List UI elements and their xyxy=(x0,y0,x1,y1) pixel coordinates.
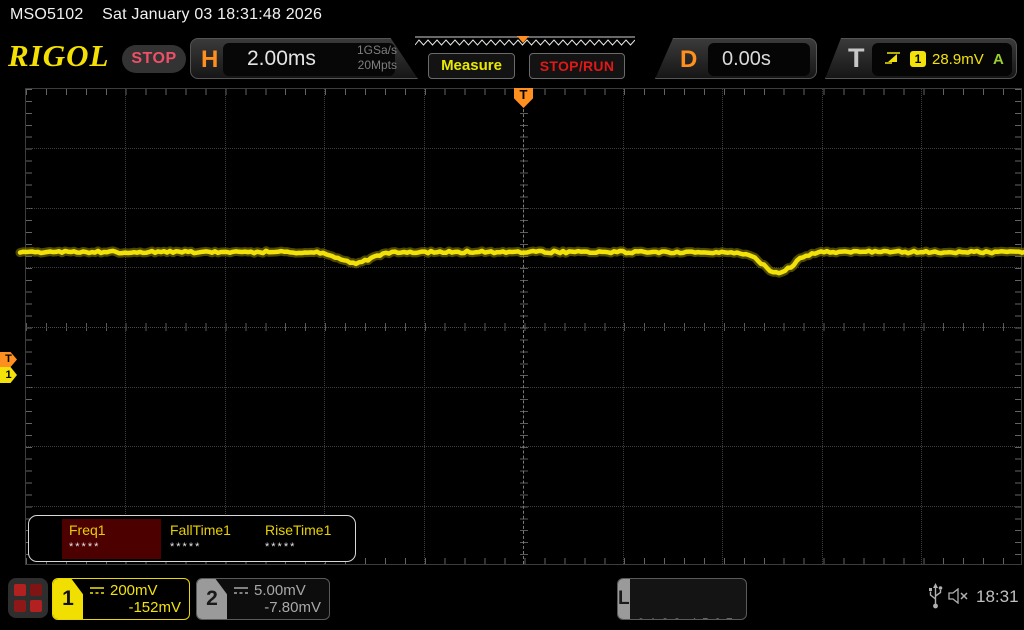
top-status-bar: MSO5102 Sat January 03 18:31:48 2026 xyxy=(0,0,1024,30)
trigger-label: T xyxy=(848,43,865,73)
channel1-scale: 200mV xyxy=(110,582,158,599)
measurement-value: ***** xyxy=(170,541,202,553)
sample-rate: 1GSa/s xyxy=(356,43,397,57)
measurement-label: FallTime1 xyxy=(170,522,231,538)
channel1-offset: -152mV xyxy=(128,599,181,616)
model-name: MSO5102 xyxy=(10,6,84,23)
horizontal-settings-box[interactable]: H 2.00ms 1GSa/s 20Mpts xyxy=(190,38,418,79)
memory-depth: 20Mpts xyxy=(357,58,397,72)
measurement-value: ***** xyxy=(265,541,297,553)
datetime-text: Sat January 03 18:31:48 2026 xyxy=(102,6,323,23)
sample-info: 1GSa/s 20Mpts xyxy=(331,43,397,73)
bottom-status-bar: 1 200mV -152mV 2 5.00mV -7.80mV L 18:31 xyxy=(0,566,1024,630)
channel1-trace xyxy=(15,246,1024,278)
measure-button[interactable]: Measure xyxy=(428,53,515,79)
horizontal-label: H xyxy=(201,46,219,73)
logic-label-tab: L xyxy=(618,579,630,619)
menu-grid-button[interactable] xyxy=(8,578,48,618)
delay-value: 0.00s xyxy=(722,48,771,70)
clock-text: 18:31 xyxy=(976,587,1019,606)
logic-channel-numbers: 0 1 2 3 4 5 6 7 8 9 1011 12131415 xyxy=(630,579,746,619)
measurement-falltime1[interactable]: FallTime1 ***** xyxy=(163,519,258,559)
channel1-status-box[interactable]: 1 200mV -152mV xyxy=(52,578,190,620)
menu-grid-dot xyxy=(14,584,26,596)
menu-grid-dot xyxy=(14,600,26,612)
trigger-source-badge: 1 xyxy=(910,51,926,67)
channel2-values: 5.00mV -7.80mV xyxy=(227,579,329,619)
oscilloscope-screen: MSO5102 Sat January 03 18:31:48 2026 RIG… xyxy=(0,0,1024,630)
trigger-mode-indicator: A xyxy=(993,51,1004,68)
overview-position-marker[interactable] xyxy=(517,36,529,43)
menu-grid-dot xyxy=(30,600,42,612)
measurement-value: ***** xyxy=(69,541,101,553)
dc-coupling-icon xyxy=(90,587,104,594)
logic-row-1: 0 1 2 3 4 5 6 7 xyxy=(638,615,746,619)
acquisition-status-badge: STOP xyxy=(122,45,186,73)
channel2-number-tab: 2 xyxy=(197,579,227,619)
speaker-muted-icon xyxy=(948,588,968,604)
rigol-logo: RIGOL xyxy=(8,38,110,73)
usb-icon xyxy=(929,583,943,609)
dc-coupling-icon xyxy=(234,587,248,594)
logic-channels-box[interactable]: L 0 1 2 3 4 5 6 7 8 9 1011 12131415 xyxy=(617,578,747,620)
channel1-values: 200mV -152mV xyxy=(83,579,189,619)
measurement-risetime1[interactable]: RiseTime1 ***** xyxy=(258,519,355,559)
stop-run-button[interactable]: STOP/RUN xyxy=(529,53,625,79)
edge-trigger-icon xyxy=(885,52,900,64)
waveform-display-area: T T 1 Freq1 ***** FallTime1 ***** RiseTi… xyxy=(0,86,1024,566)
trigger-settings-box[interactable]: T 1 28.9mV A xyxy=(825,38,1017,79)
header-bar: RIGOL STOP H 2.00ms 1GSa/s 20Mpts Measur… xyxy=(0,30,1024,86)
menu-grid-dot xyxy=(30,584,42,596)
measurement-freq1[interactable]: Freq1 ***** xyxy=(62,519,161,559)
channel2-offset: -7.80mV xyxy=(264,599,321,616)
measurement-results-panel: Freq1 ***** FallTime1 ***** RiseTime1 **… xyxy=(28,515,356,562)
channel1-number-tab: 1 xyxy=(53,579,83,619)
trigger-level-value: 28.9mV xyxy=(932,51,984,68)
channel2-status-box[interactable]: 2 5.00mV -7.80mV xyxy=(196,578,330,620)
delay-settings-box[interactable]: D 0.00s xyxy=(655,38,817,79)
channel2-scale: 5.00mV xyxy=(254,582,306,599)
measurement-label: Freq1 xyxy=(69,522,106,538)
delay-label: D xyxy=(680,46,698,73)
measurement-label: RiseTime1 xyxy=(265,522,332,538)
timebase-value: 2.00ms xyxy=(247,47,316,70)
